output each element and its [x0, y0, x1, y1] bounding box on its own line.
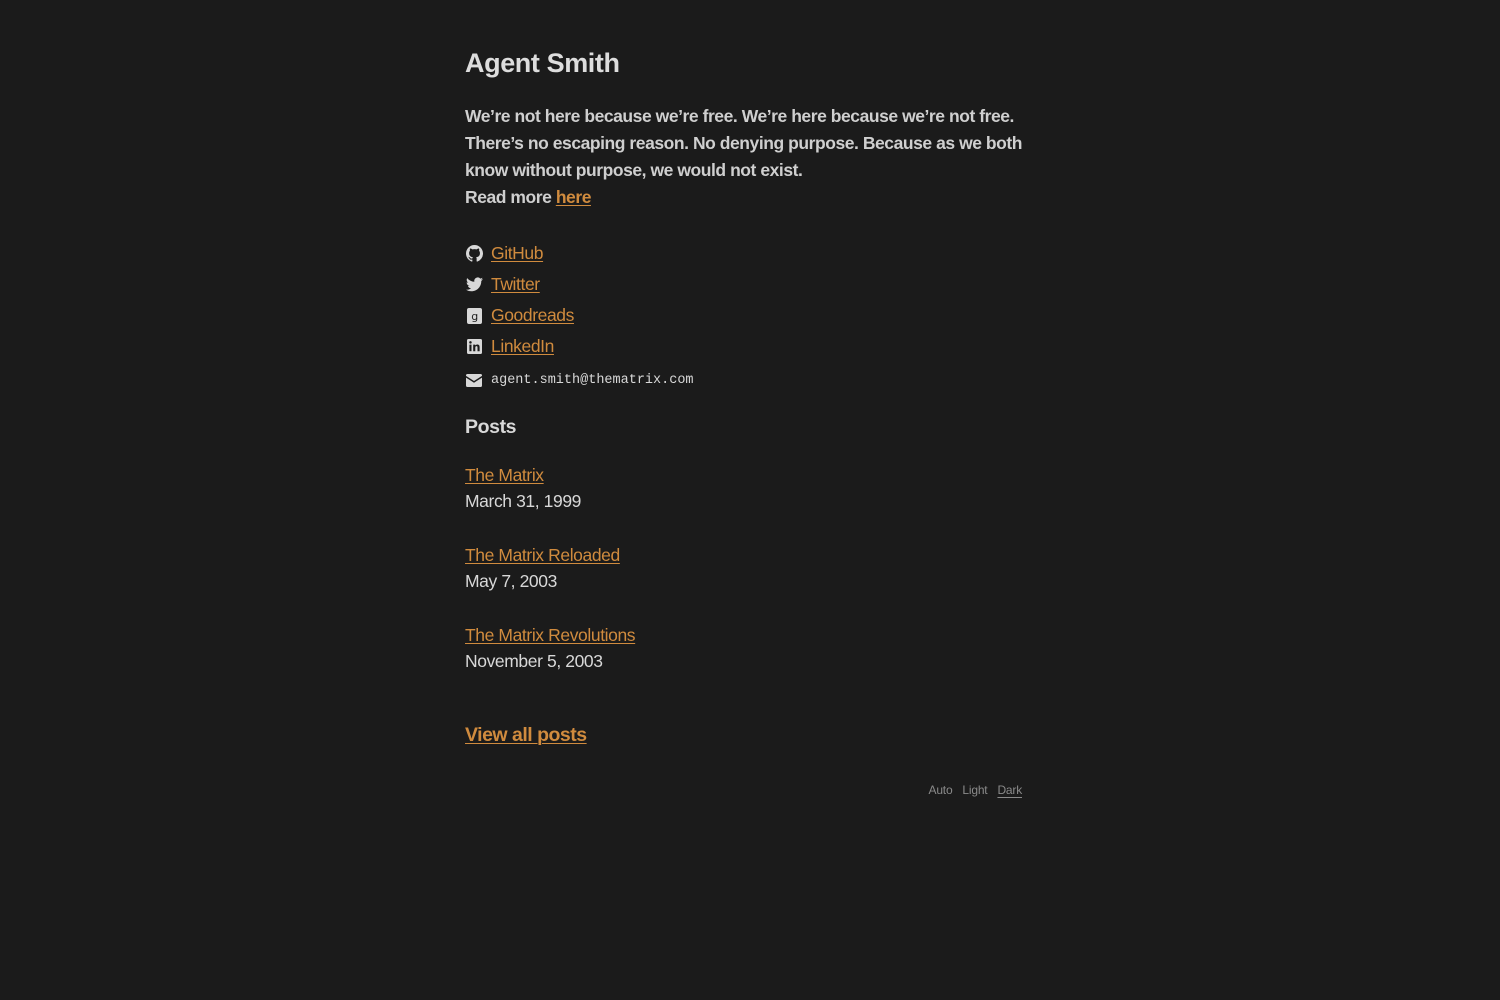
linkedin-icon	[465, 338, 483, 356]
posts-heading: Posts	[465, 416, 517, 438]
goodreads-icon: g	[465, 307, 483, 325]
view-all-posts-link[interactable]: View all posts	[465, 724, 587, 747]
theme-switcher: Auto Light Dark	[929, 783, 1023, 797]
list-item: The Matrix Revolutions November 5, 2003	[465, 622, 636, 702]
theme-option-auto[interactable]: Auto	[929, 783, 953, 797]
envelope-icon	[465, 372, 483, 390]
twitter-link[interactable]: Twitter	[491, 274, 540, 295]
post-link[interactable]: The Matrix Revolutions	[465, 622, 636, 648]
post-list: The Matrix March 31, 1999 The Matrix Rel…	[465, 462, 636, 702]
github-link[interactable]: GitHub	[491, 243, 543, 264]
read-more-link[interactable]: here	[556, 187, 592, 207]
post-date: November 5, 2003	[465, 651, 603, 671]
twitter-icon	[465, 276, 483, 294]
post-date: March 31, 1999	[465, 491, 582, 511]
post-link[interactable]: The Matrix	[465, 462, 544, 488]
github-icon	[465, 245, 483, 263]
social-item-github: GitHub	[465, 238, 694, 269]
theme-option-dark[interactable]: Dark	[997, 783, 1022, 797]
site-title: Agent Smith	[465, 48, 620, 78]
list-item: The Matrix March 31, 1999	[465, 462, 635, 542]
social-item-goodreads: g Goodreads	[465, 300, 694, 331]
bio-text: We’re not here because we’re free. We’re…	[465, 106, 1023, 180]
theme-option-light[interactable]: Light	[962, 783, 987, 797]
email-address: agent.smith@thematrix.com	[491, 373, 694, 388]
read-more-prefix: Read more	[465, 187, 556, 207]
bio: We’re not here because we’re free. We’re…	[465, 103, 1025, 211]
post-link[interactable]: The Matrix Reloaded	[465, 542, 620, 568]
social-item-linkedin: LinkedIn	[465, 331, 694, 362]
svg-text:g: g	[471, 310, 478, 323]
post-date: May 7, 2003	[465, 571, 557, 591]
linkedin-link[interactable]: LinkedIn	[491, 336, 554, 357]
list-item: The Matrix Reloaded May 7, 2003	[465, 542, 635, 622]
social-item-twitter: Twitter	[465, 269, 694, 300]
social-links: GitHub Twitter g Goodreads LinkedIn agen…	[465, 238, 694, 396]
goodreads-link[interactable]: Goodreads	[491, 305, 574, 326]
social-item-email: agent.smith@thematrix.com	[465, 365, 694, 396]
